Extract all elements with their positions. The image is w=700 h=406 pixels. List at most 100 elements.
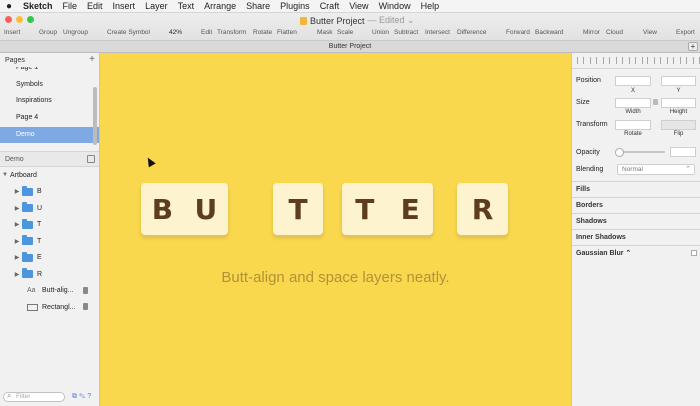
layer-group-t[interactable]: ▶ T	[0, 233, 99, 250]
fills-section[interactable]: Fills	[572, 181, 700, 197]
distribute-horizontal-icon[interactable]	[615, 57, 623, 64]
height-field[interactable]	[661, 98, 696, 108]
scale-button[interactable]: Scale	[337, 29, 353, 36]
tab-butter-project[interactable]: Butter Project	[329, 43, 371, 50]
edited-status[interactable]: — Edited ⌄	[368, 15, 415, 26]
layer-group-b[interactable]: ▶ B	[0, 184, 99, 201]
borders-section[interactable]: Borders	[572, 197, 700, 213]
page-item-page-1[interactable]: Page 1	[0, 67, 99, 77]
gaussian-blur-section[interactable]: Gaussian Blur ⌃	[572, 245, 700, 261]
tagline-text[interactable]: Butt-align and space layers neatly.	[100, 269, 571, 286]
position-y-field[interactable]	[661, 76, 696, 86]
union-button[interactable]: Union	[372, 29, 389, 36]
disclosure-closed-icon[interactable]: ▶	[12, 188, 22, 195]
letter-tile-bu[interactable]: B U	[141, 183, 228, 235]
align-center-icon[interactable]	[589, 57, 597, 64]
rotate-button[interactable]: Rotate	[253, 29, 272, 36]
opacity-slider[interactable]	[615, 148, 665, 157]
disclosure-closed-icon[interactable]: ▶	[12, 205, 22, 212]
layer-group-u[interactable]: ▶ U	[0, 200, 99, 217]
layer-group-e[interactable]: ▶ E	[0, 250, 99, 267]
layer-rectangle[interactable]: Rectangl...	[0, 299, 99, 316]
artboard-canvas[interactable]: B U T T E R Butt-align and space layers …	[100, 53, 571, 406]
page-item-symbols[interactable]: Symbols	[0, 77, 99, 94]
page-item-page-4[interactable]: Page 4	[0, 110, 99, 127]
lock-proportions-icon[interactable]	[653, 99, 658, 105]
edit-button[interactable]: Edit	[201, 29, 212, 36]
position-x-field[interactable]	[615, 76, 651, 86]
cloud-button[interactable]: Cloud	[606, 29, 623, 36]
align-top-icon[interactable]	[628, 57, 636, 64]
disclosure-closed-icon[interactable]: ▶	[12, 271, 22, 278]
view-button[interactable]: View	[643, 29, 657, 36]
distribute-vertical-icon[interactable]	[667, 57, 675, 64]
create-symbol-button[interactable]: Create Symbol	[107, 29, 150, 36]
backward-button[interactable]: Backward	[535, 29, 564, 36]
align-middle-icon[interactable]	[641, 57, 649, 64]
layer-group-t[interactable]: ▶ T	[0, 217, 99, 234]
menu-edit[interactable]: Edit	[82, 1, 108, 11]
opacity-field[interactable]	[670, 147, 696, 157]
new-tab-button[interactable]: +	[688, 42, 698, 51]
gaussian-blur-checkbox[interactable]	[691, 250, 697, 256]
minimize-window-button[interactable]	[16, 16, 23, 23]
menu-craft[interactable]: Craft	[315, 1, 345, 11]
group-button[interactable]: Group	[39, 29, 57, 36]
lock-icon[interactable]	[83, 303, 88, 310]
align-right-icon[interactable]	[602, 57, 610, 64]
filter-tools-icons[interactable]: ⧉ ✎ ?	[72, 393, 91, 401]
difference-button[interactable]: Difference	[457, 29, 487, 36]
layer-group-r[interactable]: ▶ R	[0, 266, 99, 283]
export-button[interactable]: Export	[676, 29, 695, 36]
mirror-button[interactable]: Mirror	[583, 29, 600, 36]
flip-buttons[interactable]	[661, 120, 696, 130]
align-left-icon[interactable]	[577, 57, 584, 64]
menu-text[interactable]: Text	[173, 1, 200, 11]
letter-tile-r[interactable]: R	[457, 183, 508, 235]
disclosure-closed-icon[interactable]: ▶	[12, 221, 22, 228]
align-bottom-icon[interactable]	[654, 57, 662, 64]
menu-layer[interactable]: Layer	[140, 1, 173, 11]
page-item-inspirations[interactable]: Inspirations	[0, 93, 99, 110]
mask-button[interactable]: Mask	[317, 29, 333, 36]
layer-text[interactable]: Aa Butt-alig...	[0, 283, 99, 300]
align-more-icon[interactable]	[693, 57, 700, 64]
letter-tile-te[interactable]: T E	[342, 183, 433, 235]
width-field[interactable]	[615, 98, 651, 108]
align-extra-icon[interactable]	[680, 57, 688, 64]
forward-button[interactable]: Forward	[506, 29, 530, 36]
page-item-demo[interactable]: Demo	[0, 126, 99, 144]
menu-insert[interactable]: Insert	[108, 1, 141, 11]
menu-sketch[interactable]: Sketch	[18, 1, 58, 11]
subtract-button[interactable]: Subtract	[394, 29, 418, 36]
menu-plugins[interactable]: Plugins	[275, 1, 315, 11]
layer-artboard[interactable]: ▼ Artboard	[0, 167, 99, 184]
layer-filter-input[interactable]: Filter	[3, 392, 65, 402]
menu-arrange[interactable]: Arrange	[199, 1, 241, 11]
zoom-window-button[interactable]	[27, 16, 34, 23]
menu-file[interactable]: File	[58, 1, 83, 11]
shadows-section[interactable]: Shadows	[572, 213, 700, 229]
blending-select[interactable]: Normal	[617, 164, 695, 175]
zoom-level[interactable]: 42%	[169, 29, 182, 36]
letter-tile-t1[interactable]: T	[273, 183, 323, 235]
inner-shadows-section[interactable]: Inner Shadows	[572, 229, 700, 245]
rotate-field[interactable]	[615, 120, 651, 130]
intersect-button[interactable]: Intersect	[425, 29, 450, 36]
page-list-scrollbar[interactable]	[93, 87, 97, 145]
flatten-button[interactable]: Flatten	[277, 29, 297, 36]
transform-button[interactable]: Transform	[217, 29, 246, 36]
menu-help[interactable]: Help	[416, 1, 445, 11]
menu-share[interactable]: Share	[241, 1, 275, 11]
disclosure-open-icon[interactable]: ▼	[0, 172, 10, 178]
add-page-button[interactable]: +	[89, 54, 95, 65]
menu-view[interactable]: View	[344, 1, 373, 11]
insert-button[interactable]: Insert	[4, 29, 20, 36]
disclosure-closed-icon[interactable]: ▶	[12, 254, 22, 261]
ungroup-button[interactable]: Ungroup	[63, 29, 88, 36]
disclosure-closed-icon[interactable]: ▶	[12, 238, 22, 245]
close-window-button[interactable]	[5, 16, 12, 23]
collapse-layers-icon[interactable]	[87, 155, 95, 163]
apple-menu-icon[interactable]: ●	[0, 1, 18, 12]
menu-window[interactable]: Window	[374, 1, 416, 11]
